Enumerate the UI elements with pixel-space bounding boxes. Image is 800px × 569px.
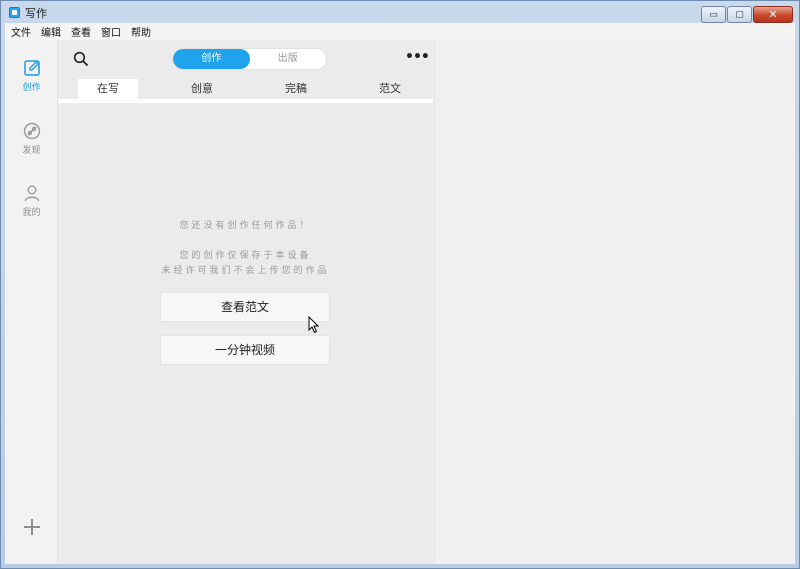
plus-icon[interactable] [21, 516, 43, 538]
view-samples-button[interactable]: 查看范文 [160, 292, 330, 322]
empty-title: 您还没有创作任何作品！ [179, 221, 312, 231]
more-icon[interactable]: ••• [405, 49, 430, 65]
mode-create-button[interactable]: 创作 [173, 49, 250, 69]
rail-item-mine[interactable]: 我的 [5, 183, 58, 218]
editor-pane [434, 40, 795, 564]
rail-item-create[interactable]: 创作 [5, 58, 58, 93]
maximize-button[interactable]: ▢ [727, 6, 752, 23]
client-area: 创作 发现 我的 创作 出版 ••• 在写 创意 完稿 范文 您还没有创作任何作… [5, 40, 795, 564]
works-panel: 创作 出版 ••• 在写 创意 完稿 范文 您还没有创作任何作品！ 您的创作仅保… [58, 40, 433, 564]
window-title: 写作 [25, 7, 47, 20]
tab-finished[interactable]: 完稿 [266, 79, 326, 99]
rail-item-label: 我的 [22, 208, 41, 218]
app-window: 写作 ▭ ▢ ✕ 文件 编辑 查看 窗口 帮助 创作 发现 我的 创作 出版 •… [0, 0, 800, 569]
tab-divider [58, 99, 433, 103]
user-icon [24, 185, 39, 202]
title-bar[interactable]: 写作 ▭ ▢ ✕ [1, 1, 799, 23]
empty-note-line1: 您的创作仅保存于本设备 [179, 251, 312, 261]
menu-view[interactable]: 查看 [71, 24, 91, 39]
minimize-button[interactable]: ▭ [701, 6, 726, 23]
tab-samples[interactable]: 范文 [360, 79, 420, 99]
tab-writing[interactable]: 在写 [78, 79, 138, 99]
mouse-cursor-icon [308, 316, 320, 334]
menu-bar: 文件 编辑 查看 窗口 帮助 [5, 23, 795, 40]
edit-icon [23, 60, 40, 76]
close-button[interactable]: ✕ [753, 6, 793, 23]
menu-help[interactable]: 帮助 [131, 24, 151, 39]
menu-window[interactable]: 窗口 [101, 24, 121, 39]
tab-ideas[interactable]: 创意 [172, 79, 232, 99]
compass-icon [23, 122, 40, 140]
tab-bar: 在写 创意 完稿 范文 [58, 79, 433, 99]
nav-rail: 创作 发现 我的 [5, 40, 58, 564]
mode-publish-button[interactable]: 出版 [250, 49, 327, 69]
empty-note-line2: 未经许可我们不会上传您的作品 [161, 266, 330, 276]
menu-edit[interactable]: 编辑 [41, 24, 61, 39]
rail-item-label: 创作 [22, 83, 41, 93]
window-controls: ▭ ▢ ✕ [701, 6, 793, 23]
search-icon[interactable] [73, 51, 89, 67]
one-minute-video-button[interactable]: 一分钟视频 [160, 335, 330, 365]
mode-switch: 创作 出版 [172, 48, 327, 70]
rail-item-discover[interactable]: 发现 [5, 121, 58, 156]
app-logo-icon [9, 7, 20, 18]
rail-item-label: 发现 [22, 146, 41, 156]
menu-file[interactable]: 文件 [11, 24, 31, 39]
